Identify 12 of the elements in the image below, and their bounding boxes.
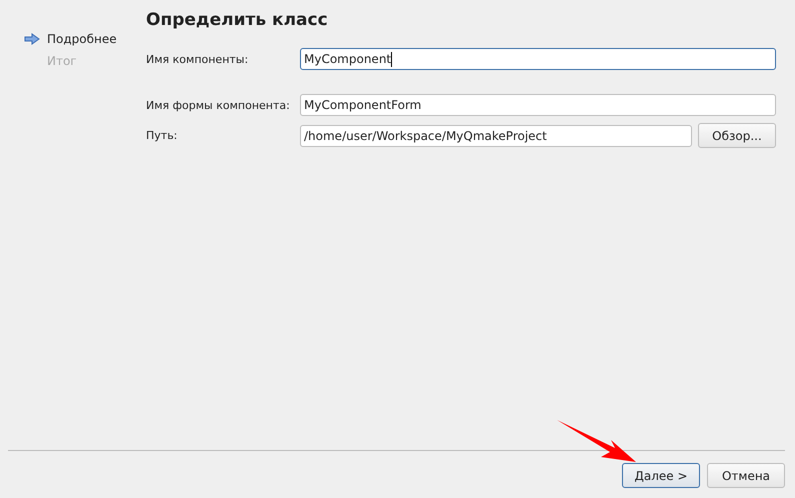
field-label: Имя формы компонента:	[146, 98, 291, 112]
dialog-button[interactable]: Отмена	[707, 463, 785, 488]
browse-button[interactable]: Обзор...	[698, 123, 776, 148]
field-label: Путь:	[146, 129, 178, 142]
step-label: Подробнее	[47, 32, 117, 46]
page-title: Определить класс	[146, 10, 329, 32]
text-field[interactable]: /home/user/Workspace/MyQmakeProject	[300, 124, 692, 146]
text-field[interactable]: MyComponentForm	[300, 94, 776, 116]
dialog-button[interactable]: Далее >	[622, 463, 700, 488]
field-label: Имя компоненты:	[146, 52, 250, 66]
text-field[interactable]: MyComponent	[300, 48, 776, 70]
step-label: Итог	[47, 54, 77, 68]
